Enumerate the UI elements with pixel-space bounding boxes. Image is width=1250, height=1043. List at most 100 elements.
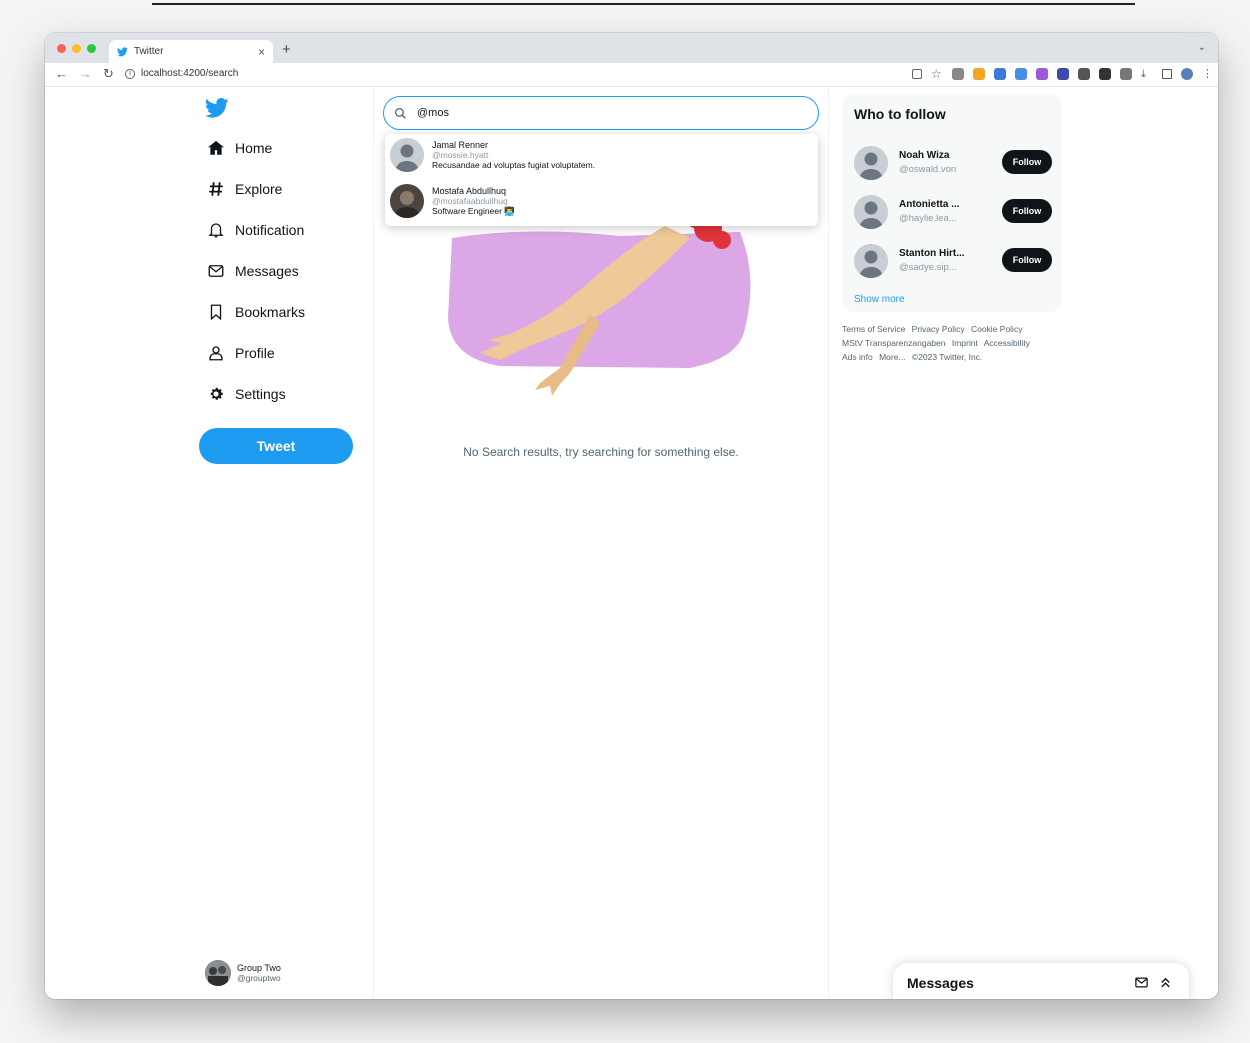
home-icon: [208, 140, 224, 155]
footer-link[interactable]: Ads info: [842, 352, 873, 362]
sidebar-item-settings[interactable]: Settings: [207, 385, 286, 403]
suggestion-avatar: [854, 146, 888, 180]
star-icon[interactable]: ☆: [931, 68, 943, 80]
extension-1-icon[interactable]: [952, 68, 964, 80]
profile-avatar-icon[interactable]: [1181, 68, 1193, 80]
messages-drawer[interactable]: Messages: [893, 963, 1189, 999]
tab-bar: Twitter × + ⌄: [45, 33, 1218, 63]
user-icon: [209, 346, 223, 361]
expand-chevron-up-icon[interactable]: [1158, 975, 1173, 990]
footer-link[interactable]: Accessibility: [984, 338, 1030, 348]
window-controls: [57, 44, 96, 53]
site-info-icon[interactable]: i: [125, 68, 135, 79]
nav-buttons: ← → ↻: [55, 66, 114, 82]
side-panel-icon[interactable]: [1162, 69, 1172, 79]
suggestion-handle: @oswald.von: [899, 164, 957, 175]
reading-list-icon[interactable]: [1120, 68, 1132, 80]
suggestion-name: Noah Wiza: [899, 150, 950, 161]
footer-link[interactable]: Privacy Policy: [912, 324, 965, 334]
footer-link[interactable]: More...: [879, 352, 905, 362]
search-results-dropdown: Jamal Renner @mossie.hyatt Recusandae ad…: [385, 134, 818, 226]
who-to-follow-title: Who to follow: [854, 106, 946, 122]
suggestion-avatar: [854, 244, 888, 278]
follow-suggestion[interactable]: Stanton Hirt... @sadye.sip... Follow: [854, 242, 1052, 282]
minimize-window-button[interactable]: [72, 44, 81, 53]
envelope-icon: [208, 265, 224, 277]
reload-icon[interactable]: ↻: [103, 66, 114, 82]
footer-link[interactable]: Imprint: [952, 338, 978, 348]
who-to-follow-panel: Who to follow Noah Wiza @oswald.von Foll…: [842, 94, 1062, 312]
tab-close-icon[interactable]: ×: [258, 45, 265, 59]
extension-2-icon[interactable]: [973, 68, 985, 80]
new-message-icon[interactable]: [1134, 975, 1149, 990]
download-icon[interactable]: ⤓: [1141, 68, 1153, 80]
url-field[interactable]: i localhost:4200/search: [125, 68, 238, 79]
result-name: Jamal Renner: [432, 140, 489, 150]
sidebar-item-messages[interactable]: Messages: [207, 262, 299, 280]
footer-link[interactable]: Terms of Service: [842, 324, 905, 334]
gear-icon: [210, 387, 223, 400]
messages-drawer-title: Messages: [907, 975, 974, 991]
footer-link[interactable]: Cookie Policy: [971, 324, 1023, 334]
follow-suggestion[interactable]: Antonietta ... @haylie.lea... Follow: [854, 193, 1052, 233]
top-rule: [152, 3, 1135, 5]
extension-3-icon[interactable]: [994, 68, 1006, 80]
follow-button[interactable]: Follow: [1002, 248, 1052, 272]
new-tab-button[interactable]: +: [282, 41, 291, 58]
footer-link[interactable]: MStV Transparenzangaben: [842, 338, 945, 348]
tab-title: Twitter: [134, 46, 164, 57]
search-input[interactable]: [417, 107, 797, 119]
browser-menu-icon[interactable]: ⋮: [1202, 68, 1213, 80]
twitter-logo-icon[interactable]: [205, 98, 229, 118]
browser-tab[interactable]: Twitter ×: [109, 40, 273, 63]
default-avatar-icon: [854, 244, 888, 278]
extension-6-icon[interactable]: [1057, 68, 1069, 80]
sidebar-item-explore[interactable]: Explore: [207, 180, 282, 198]
forward-arrow-icon[interactable]: →: [79, 66, 92, 82]
bell-icon: [208, 223, 224, 238]
maximize-window-button[interactable]: [87, 44, 96, 53]
sidebar-item-label: Explore: [235, 181, 283, 197]
account-handle: @grouptwo: [237, 973, 281, 983]
tab-search-chevron-icon[interactable]: ⌄: [1198, 42, 1206, 53]
group-photo-icon: [205, 960, 231, 986]
account-name: Group Two: [237, 963, 281, 973]
close-window-button[interactable]: [57, 44, 66, 53]
footer-copyright: ©2023 Twitter, Inc.: [911, 352, 983, 362]
follow-button[interactable]: Follow: [1002, 199, 1052, 223]
sidebar-item-label: Home: [235, 140, 273, 156]
back-arrow-icon[interactable]: ←: [55, 66, 68, 82]
suggestion-name: Stanton Hirt...: [899, 248, 965, 259]
show-more-link[interactable]: Show more: [854, 294, 905, 305]
user-photo-icon: [390, 184, 424, 218]
result-name: Mostafa Abdullhuq: [432, 185, 507, 196]
sidebar-item-notification[interactable]: Notification: [207, 221, 304, 239]
search-bar[interactable]: [383, 96, 819, 130]
account-switcher[interactable]: Group Two @grouptwo: [205, 960, 281, 986]
extensions-puzzle-icon[interactable]: [1099, 68, 1111, 80]
suggestion-avatar: [854, 195, 888, 229]
search-result-item[interactable]: Mostafa Abdullhuq @mostafaabdullhuq Soft…: [390, 184, 515, 218]
extension-4-icon[interactable]: [1015, 68, 1027, 80]
result-handle: @mossie.hyatt: [432, 150, 489, 160]
share-icon[interactable]: [912, 69, 922, 79]
search-result-item[interactable]: Jamal Renner @mossie.hyatt Recusandae ad…: [390, 138, 595, 172]
follow-suggestion[interactable]: Noah Wiza @oswald.von Follow: [854, 144, 1052, 184]
result-bio: Software Engineer 👨‍💻: [432, 205, 515, 216]
tweet-button[interactable]: Tweet: [199, 428, 353, 464]
browser-window: Twitter × + ⌄ ← → ↻ i localhost:4200/sea…: [45, 33, 1218, 999]
left-divider: [373, 88, 374, 999]
sidebar-item-bookmarks[interactable]: Bookmarks: [207, 303, 305, 321]
default-avatar-icon: [854, 195, 888, 229]
result-avatar: [390, 138, 424, 172]
extension-5-icon[interactable]: [1036, 68, 1048, 80]
footer-links: Terms of Service Privacy Policy Cookie P…: [842, 322, 1064, 364]
address-bar: ← → ↻ i localhost:4200/search ☆ ⤓ ⋮: [45, 63, 1218, 87]
result-avatar: [390, 184, 424, 218]
extension-7-icon[interactable]: [1078, 68, 1090, 80]
result-bio: Recusandae ad voluptas fugiat voluptatem…: [432, 160, 596, 170]
hashtag-icon: [209, 182, 223, 196]
follow-button[interactable]: Follow: [1002, 150, 1052, 174]
sidebar-item-home[interactable]: Home: [207, 139, 272, 157]
sidebar-item-profile[interactable]: Profile: [207, 344, 275, 362]
